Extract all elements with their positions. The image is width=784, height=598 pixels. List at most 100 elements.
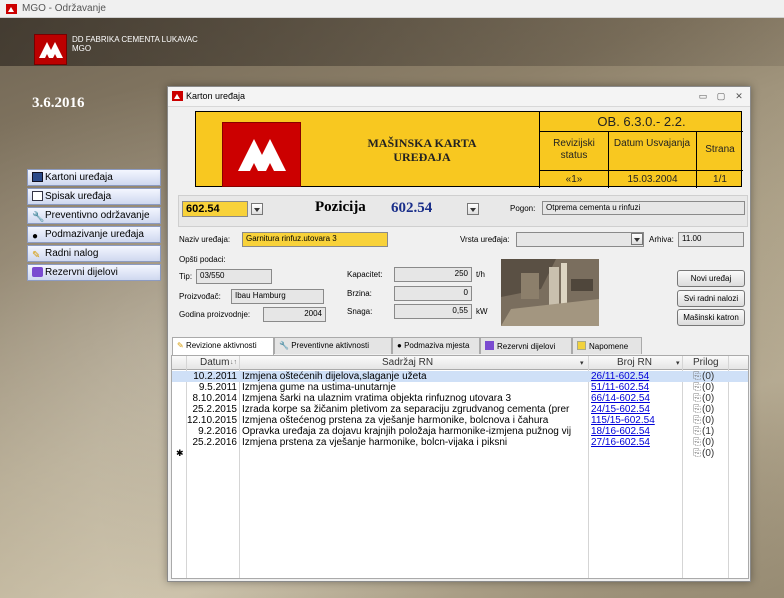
minimize-button[interactable]: ▭: [696, 90, 710, 102]
approval-date-value: 15.03.2004: [627, 174, 678, 185]
col-datum[interactable]: Datum: [200, 357, 229, 368]
window-title-bar: Karton uređaja ▭ ▢ ✕: [168, 87, 750, 107]
table-row[interactable]: 12.10.2015 Izmjena oštećenog prstena za v…: [172, 415, 748, 426]
chevron-down-icon[interactable]: ▾: [580, 359, 584, 367]
tab-rezervni-dijelovi[interactable]: Rezervni dijelovi: [480, 337, 572, 354]
table-row[interactable]: 25.2.2015 Izrada korpe sa žičanim pletivo…: [172, 404, 748, 415]
table-row[interactable]: 25.2.2016 Izmjena prstena za vješanje har…: [172, 437, 748, 448]
cell-broj-link[interactable]: 51/11-602.54: [591, 382, 681, 393]
snaga-unit: kW: [476, 307, 488, 316]
app-title: MGO - Održavanje: [22, 3, 106, 14]
card-icon: [32, 172, 43, 182]
company-line1: DD FABRIKA CEMENTA LUKAVAC: [72, 35, 198, 44]
header-title-line1: MAŠINSKA KARTA: [367, 136, 477, 150]
cell-sadrzaj: Izmjena oštećenog prstena za vješanje ha…: [242, 415, 549, 426]
cell-broj-link[interactable]: 115/15-602.54: [591, 415, 681, 426]
snaga-field[interactable]: 0,55: [394, 304, 472, 319]
pogon-label: Pogon:: [510, 204, 536, 213]
sort-icon[interactable]: ↓↑: [230, 359, 237, 366]
menu-label: Rezervni dijelovi: [45, 267, 118, 278]
menu-preventivno-odrzavanje[interactable]: 🔧Preventivno održavanje: [27, 207, 161, 224]
tab-bar: ✎ Revizione aktivnosti 🔧 Preventivne akt…: [168, 337, 752, 355]
pogon-field[interactable]: Otprema cementa u rinfuzi: [542, 201, 745, 215]
menu-label: Kartoni uređaja: [45, 172, 113, 183]
pozicija-value: 602.54: [391, 200, 433, 216]
chevron-down-icon[interactable]: [631, 233, 643, 245]
machine-card-header: MAŠINSKA KARTA UREĐAJA OB. 6.3.0.- 2.2. …: [195, 111, 743, 188]
close-button[interactable]: ✕: [732, 90, 746, 102]
maximize-button[interactable]: ▢: [714, 90, 728, 102]
vrsta-label: Vrsta uređaja:: [460, 235, 510, 244]
cell-datum: 9.5.2011: [198, 382, 237, 393]
novi-uredjaj-button[interactable]: Novi uređaj: [677, 270, 745, 287]
menu-label: Podmazivanje uređaja: [45, 229, 144, 240]
table-row[interactable]: 8.10.2014 Izmjena šarki na ulaznim vratim…: [172, 393, 748, 404]
godina-field[interactable]: 2004: [263, 307, 326, 322]
cell-datum: 12.10.2015: [187, 415, 237, 426]
proizvodjac-field[interactable]: Ibau Hamburg: [231, 289, 324, 304]
menu-label: Spisak uređaja: [45, 191, 112, 202]
chevron-down-icon[interactable]: [251, 203, 263, 215]
brzina-field[interactable]: 0: [394, 286, 472, 301]
company-line2: MGO: [72, 44, 92, 53]
tab-label: Preventivne aktivnosti: [291, 341, 370, 350]
cell-broj-link[interactable]: 27/16-602.54: [591, 437, 681, 448]
cell-sadrzaj: Izmjena gume na ustima-unutarnje: [242, 382, 396, 393]
menu-radni-nalog[interactable]: ✎ Radni nalog: [27, 245, 161, 262]
revision-status-value: «1»: [565, 174, 583, 185]
cell-datum: 25.2.2016: [192, 437, 238, 448]
table-row[interactable]: 9.2.2016 Opravka uređaja za dojavu krajnj…: [172, 426, 748, 437]
cell-datum: 8.10.2014: [192, 393, 238, 404]
company-logo-icon: [34, 34, 67, 65]
table-row[interactable]: 9.5.2011 Izmjena gume na ustima-unutarnje…: [172, 382, 748, 393]
window-title: Karton uređaja: [186, 91, 246, 101]
table-row[interactable]: 10.2.2011 Izmjena oštećenih dijelova,slag…: [172, 371, 748, 382]
note-icon: [577, 341, 586, 350]
menu-podmazivanje-uredjaja[interactable]: ● Podmazivanje uređaja: [27, 226, 161, 243]
new-record-row[interactable]: ✱ ⎘ (0): [172, 448, 748, 459]
kapacitet-field[interactable]: 250: [394, 267, 472, 282]
naziv-field[interactable]: Garnitura rinfuz.utovara 3: [242, 232, 388, 247]
revision-status-label: Revizijski status: [553, 138, 595, 161]
tab-napomene[interactable]: Napomene: [572, 337, 642, 354]
cell-broj-link[interactable]: 24/15-602.54: [591, 404, 681, 415]
wrench-icon: 🔧: [32, 212, 45, 223]
vrsta-field[interactable]: [516, 232, 644, 247]
cell-broj-link[interactable]: 66/14-602.54: [591, 393, 681, 404]
snaga-label: Snaga:: [347, 307, 373, 316]
tab-revizione-aktivnosti[interactable]: ✎ Revizione aktivnosti: [172, 337, 274, 355]
list-icon: [32, 191, 43, 201]
cell-prilog: (1): [702, 426, 715, 437]
col-sadrzaj[interactable]: Sadržaj RN: [382, 357, 433, 368]
tab-preventivne-aktivnosti[interactable]: 🔧 Preventivne aktivnosti: [274, 337, 392, 354]
chevron-down-icon[interactable]: ▾: [676, 359, 680, 367]
menu-rezervni-dijelovi[interactable]: Rezervni dijelovi: [27, 264, 161, 281]
pozicija-label: Pozicija: [315, 199, 366, 215]
approval-date-label: Datum Usvajanja: [613, 138, 691, 149]
tip-field[interactable]: 03/550: [196, 269, 272, 284]
col-broj[interactable]: Broj RN: [617, 357, 652, 368]
cell-datum: 9.2.2016: [198, 426, 237, 437]
device-code-select[interactable]: 602.54: [182, 201, 248, 217]
menu-kartoni-uredjaja[interactable]: Kartoni uređaja: [27, 169, 161, 186]
form-code: OB. 6.3.0.- 2.2.: [597, 114, 686, 129]
cell-broj-link[interactable]: 26/11-602.54: [591, 371, 681, 382]
page-label: Strana: [705, 144, 735, 155]
tip-label: Tip:: [179, 272, 193, 281]
col-prilog[interactable]: Prilog: [693, 357, 719, 368]
cell-prilog: (0): [702, 393, 715, 404]
oil-drop-icon: ●: [32, 231, 39, 242]
table-header: Datum ↓↑ Sadržaj RN ▾ Broj RN ▾ Prilog: [172, 356, 748, 370]
cell-broj-link[interactable]: 18/16-602.54: [591, 426, 681, 437]
cell-sadrzaj: Opravka uređaja za dojavu krajnjih polož…: [242, 426, 572, 437]
cell-prilog: (0): [702, 448, 715, 459]
wrench-icon: 🔧: [279, 341, 292, 350]
pencil-icon: ✎: [177, 341, 186, 350]
svi-radni-nalozi-button[interactable]: Svi radni nalozi: [677, 290, 745, 307]
arhiva-field[interactable]: 11.00: [678, 232, 744, 247]
masinski-karton-button[interactable]: Mašinski katron: [677, 309, 745, 326]
chevron-down-icon[interactable]: [467, 203, 479, 215]
menu-spisak-uredjaja[interactable]: Spisak uređaja: [27, 188, 161, 205]
page-value: 1/1: [713, 174, 727, 185]
tab-podmaziva-mjesta[interactable]: ● Podmaziva mjesta: [392, 337, 480, 354]
